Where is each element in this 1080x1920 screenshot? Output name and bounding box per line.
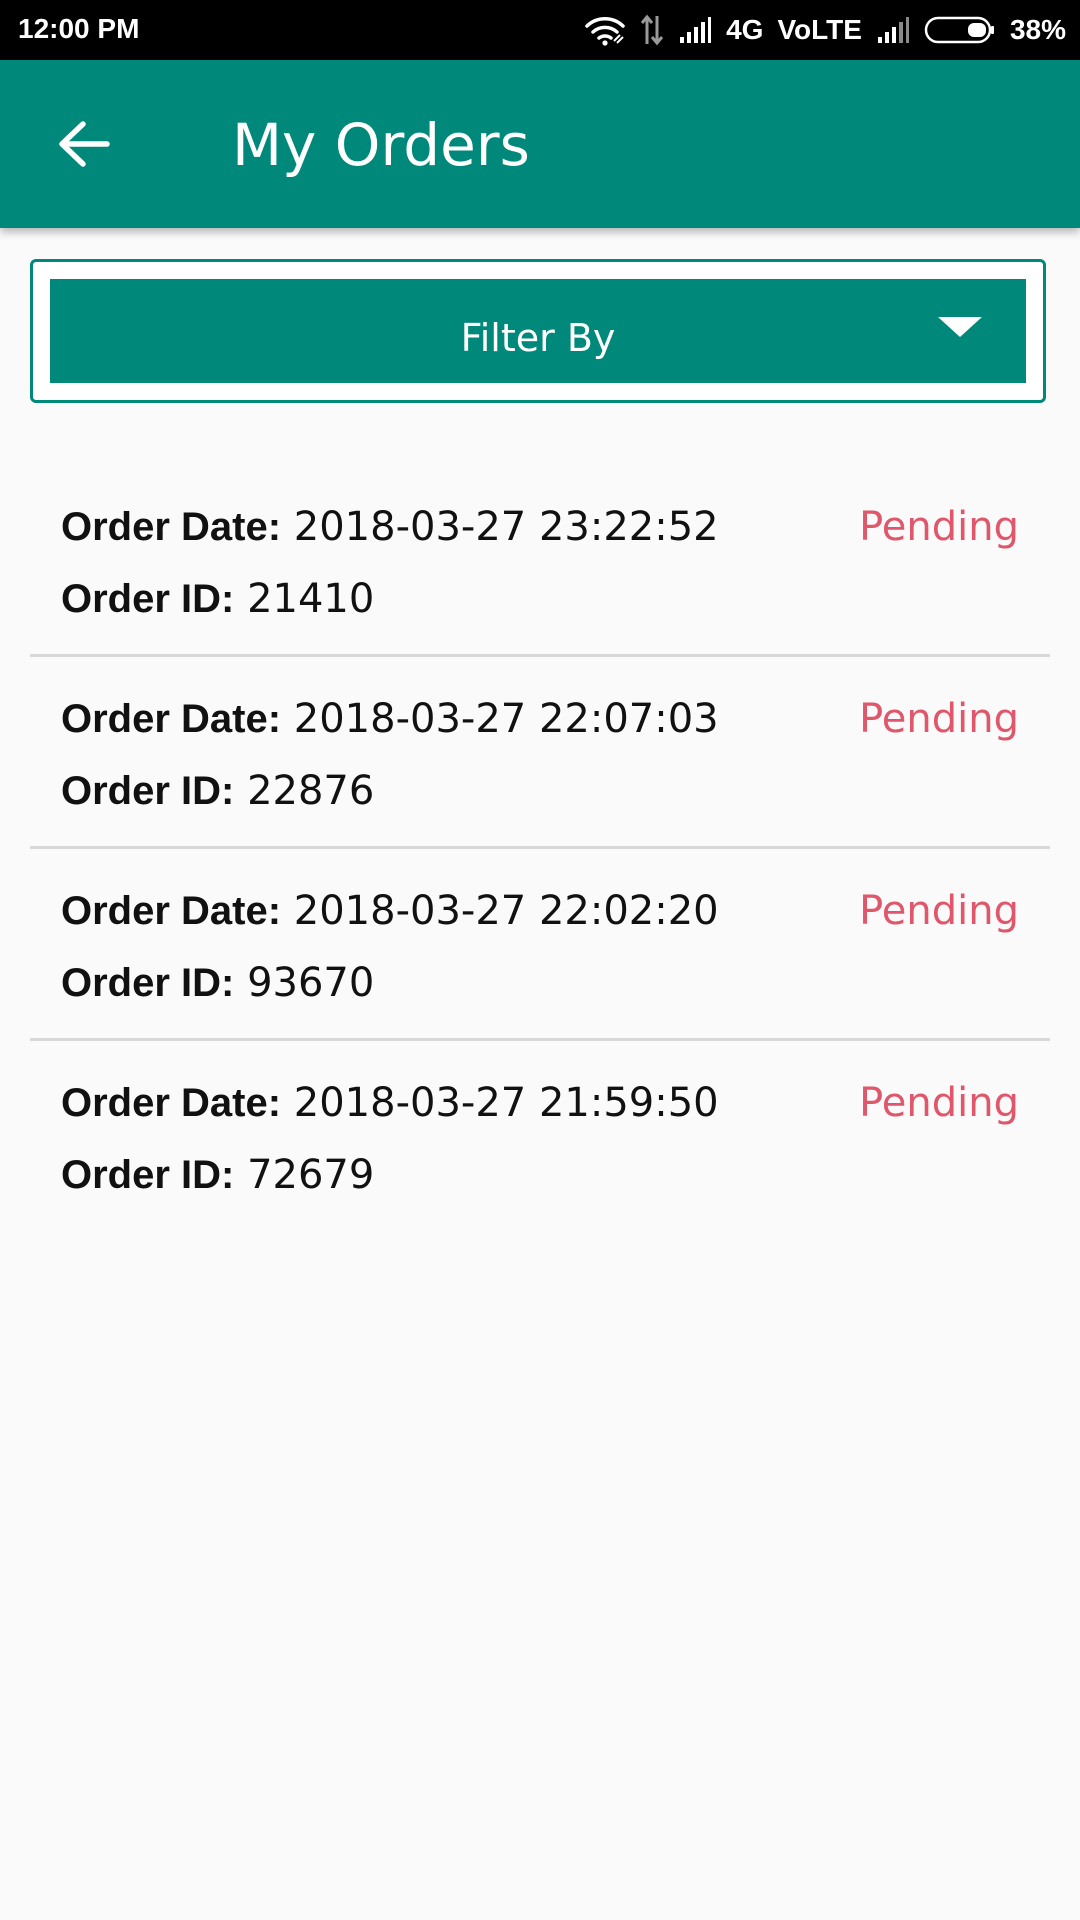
- order-date-label: Order Date:: [61, 505, 282, 549]
- order-id-label: Order ID:: [61, 1153, 235, 1197]
- order-item[interactable]: Order Date: 2018-03-27 22:07:03 Order ID…: [30, 657, 1050, 849]
- signal-icon: [876, 15, 910, 45]
- order-id-value: 21410: [247, 576, 375, 622]
- order-id: Order ID: 21410: [61, 575, 374, 623]
- caret-down-icon: [938, 317, 982, 337]
- order-list: Order Date: 2018-03-27 23:22:52 Order ID…: [30, 465, 1050, 1233]
- order-date: Order Date: 2018-03-27 21:59:50: [61, 1079, 719, 1127]
- order-id: Order ID: 72679: [61, 1151, 374, 1199]
- order-status-badge: Pending: [859, 696, 1019, 742]
- order-date-value: 2018-03-27 22:07:03: [293, 696, 719, 742]
- order-date-label: Order Date:: [61, 1081, 282, 1125]
- filter-container: Filter By: [30, 259, 1046, 403]
- signal-icon: [678, 15, 712, 45]
- order-id-value: 93670: [247, 960, 375, 1006]
- order-id-value: 72679: [247, 1152, 375, 1198]
- filter-dropdown[interactable]: Filter By: [50, 279, 1026, 383]
- order-status-badge: Pending: [859, 1080, 1019, 1126]
- battery-percent: 38%: [1009, 14, 1066, 45]
- network-type: 4G: [726, 14, 764, 45]
- order-item[interactable]: Order Date: 2018-03-27 23:22:52 Order ID…: [30, 465, 1050, 657]
- order-item[interactable]: Order Date: 2018-03-27 22:02:20 Order ID…: [30, 849, 1050, 1041]
- volte-label: VoLTE: [777, 14, 862, 45]
- status-icons: 4G VoLTE 38%: [570, 10, 1066, 50]
- order-status-badge: Pending: [859, 888, 1019, 934]
- order-date: Order Date: 2018-03-27 22:07:03: [61, 695, 719, 743]
- back-button[interactable]: [52, 114, 116, 178]
- filter-label: Filter By: [460, 316, 616, 360]
- status-time: 12:00 PM: [18, 13, 140, 44]
- data-arrows-icon: [640, 14, 664, 46]
- order-item[interactable]: Order Date: 2018-03-27 21:59:50 Order ID…: [30, 1041, 1050, 1233]
- arrow-left-icon: [57, 120, 111, 172]
- order-date: Order Date: 2018-03-27 22:02:20: [61, 887, 719, 935]
- order-date-label: Order Date:: [61, 889, 282, 933]
- order-id: Order ID: 22876: [61, 767, 374, 815]
- order-id-value: 22876: [247, 768, 375, 814]
- order-date: Order Date: 2018-03-27 23:22:52: [61, 503, 719, 551]
- battery-icon: [924, 15, 996, 45]
- order-id-label: Order ID:: [61, 769, 235, 813]
- order-date-value: 2018-03-27 21:59:50: [293, 1080, 719, 1126]
- order-date-label: Order Date:: [61, 697, 282, 741]
- app-bar: My Orders: [0, 60, 1080, 228]
- order-date-value: 2018-03-27 23:22:52: [293, 504, 719, 550]
- wifi-icon: [584, 14, 626, 46]
- order-id: Order ID: 93670: [61, 959, 374, 1007]
- status-bar: 12:00 PM 4G VoLTE 38%: [0, 0, 1080, 60]
- order-date-value: 2018-03-27 22:02:20: [293, 888, 719, 934]
- order-id-label: Order ID:: [61, 961, 235, 1005]
- order-status-badge: Pending: [859, 504, 1019, 550]
- order-id-label: Order ID:: [61, 577, 235, 621]
- page-title: My Orders: [232, 111, 530, 179]
